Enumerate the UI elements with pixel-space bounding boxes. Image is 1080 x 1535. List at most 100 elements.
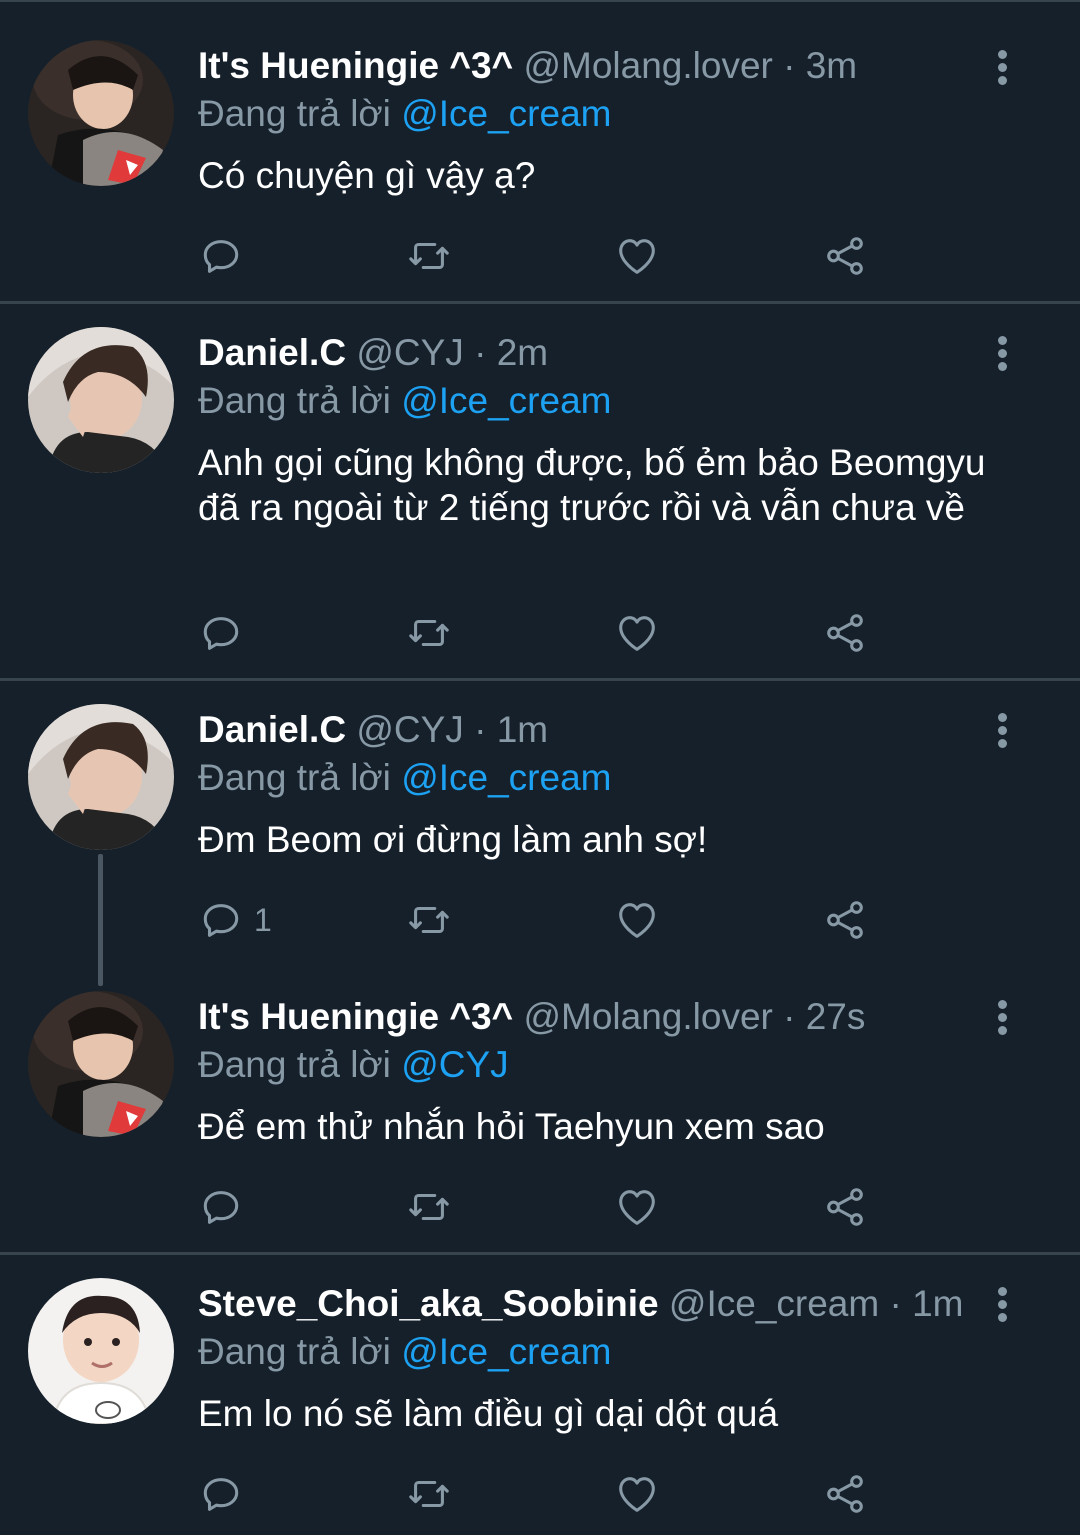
timestamp[interactable]: 27s (806, 996, 866, 1037)
reply-prefix: Đang trả lời (198, 1331, 391, 1372)
dot-separator: · (783, 45, 796, 86)
reply-icon (203, 1478, 239, 1511)
tweet-text: Có chuyện gì vậy ạ? (198, 155, 536, 196)
handle[interactable]: @Molang.lover (523, 45, 772, 86)
thread-line (98, 854, 103, 986)
handle[interactable]: @CYJ (356, 332, 463, 373)
tweet-header: Daniel.C @CYJ · 1m (198, 708, 548, 752)
timestamp[interactable]: 2m (497, 332, 548, 373)
heart-icon (619, 1190, 655, 1225)
tweet-actions (198, 1470, 898, 1518)
dot-separator: · (474, 709, 487, 750)
top-divider (0, 0, 1080, 2)
tweet-text: Em lo nó sẽ làm điều gì dại dột quá (198, 1393, 779, 1434)
tweet-actions: 1 (198, 896, 898, 944)
reply-prefix: Đang trả lời (198, 1044, 391, 1085)
replying-to: Đang trả lời @CYJ (198, 1043, 509, 1087)
mention-link[interactable]: @CYJ (401, 1044, 508, 1085)
share-button[interactable] (822, 896, 868, 944)
avatar[interactable] (28, 991, 174, 1137)
share-icon (827, 1188, 863, 1226)
share-icon (827, 614, 863, 652)
mention-link[interactable]: @Ice_cream (401, 93, 611, 134)
replying-to: Đang trả lời @Ice_cream (198, 1330, 611, 1374)
replying-to: Đang trả lời @Ice_cream (198, 379, 611, 423)
like-button[interactable] (614, 896, 660, 944)
heart-icon (619, 1477, 655, 1512)
mention-link[interactable]: @Ice_cream (401, 1331, 611, 1372)
more-vertical-icon[interactable] (988, 334, 1018, 374)
avatar[interactable] (28, 1278, 174, 1424)
retweet-button[interactable] (406, 896, 452, 944)
timestamp[interactable]: 3m (806, 45, 857, 86)
reply-button[interactable] (198, 609, 254, 657)
replying-to: Đang trả lời @Ice_cream (198, 92, 611, 136)
reply-icon (203, 617, 239, 650)
retweet-icon (409, 242, 449, 270)
share-button[interactable] (822, 1470, 868, 1518)
share-icon (827, 901, 863, 939)
reply-prefix: Đang trả lời (198, 757, 391, 798)
handle[interactable]: @Ice_cream (669, 1283, 879, 1324)
heart-icon (619, 903, 655, 938)
reply-icon (203, 1191, 239, 1224)
share-button[interactable] (822, 609, 868, 657)
reply-icon (203, 240, 239, 273)
handle[interactable]: @CYJ (356, 709, 463, 750)
tweet-divider (0, 301, 1080, 304)
tweet-text: Đm Beom ơi đừng làm anh sợ! (198, 819, 708, 860)
display-name[interactable]: It's Hueningie ^3^ (198, 45, 513, 86)
display-name[interactable]: Steve_Choi_aka_Soobinie (198, 1283, 659, 1324)
retweet-icon (409, 1193, 449, 1221)
dot-separator: · (889, 1283, 902, 1324)
share-icon (827, 237, 863, 275)
tweet-header: Steve_Choi_aka_Soobinie @Ice_cream · 1m (198, 1282, 964, 1326)
retweet-icon (409, 1480, 449, 1508)
replying-to: Đang trả lời @Ice_cream (198, 756, 611, 800)
reply-button[interactable] (198, 1470, 254, 1518)
reply-count: 1 (254, 901, 272, 938)
like-button[interactable] (614, 1183, 660, 1231)
like-button[interactable] (614, 232, 660, 280)
retweet-button[interactable] (406, 1470, 452, 1518)
share-icon (827, 1475, 863, 1513)
display-name[interactable]: Daniel.C (198, 332, 346, 373)
reply-prefix: Đang trả lời (198, 93, 391, 134)
handle[interactable]: @Molang.lover (523, 996, 772, 1037)
reply-button[interactable]: 1 (198, 896, 272, 944)
tweet-header: It's Hueningie ^3^ @Molang.lover · 27s (198, 995, 865, 1039)
reply-button[interactable] (198, 232, 254, 280)
more-vertical-icon[interactable] (988, 48, 1018, 88)
tweet-actions (198, 1183, 898, 1231)
retweet-button[interactable] (406, 609, 452, 657)
retweet-button[interactable] (406, 1183, 452, 1231)
mention-link[interactable]: @Ice_cream (401, 380, 611, 421)
avatar[interactable] (28, 327, 174, 473)
avatar[interactable] (28, 40, 174, 186)
heart-icon (619, 239, 655, 274)
reply-button[interactable] (198, 1183, 254, 1231)
dot-separator: · (474, 332, 487, 373)
tweet-divider (0, 678, 1080, 681)
more-vertical-icon[interactable] (988, 1285, 1018, 1325)
display-name[interactable]: It's Hueningie ^3^ (198, 996, 513, 1037)
timestamp[interactable]: 1m (912, 1283, 963, 1324)
retweet-icon (409, 619, 449, 647)
avatar[interactable] (28, 704, 174, 850)
more-vertical-icon[interactable] (988, 998, 1018, 1038)
more-vertical-icon[interactable] (988, 711, 1018, 751)
like-button[interactable] (614, 1470, 660, 1518)
share-button[interactable] (822, 232, 868, 280)
heart-icon (619, 616, 655, 651)
retweet-button[interactable] (406, 232, 452, 280)
tweet-divider (0, 1252, 1080, 1255)
dot-separator: · (783, 996, 796, 1037)
timestamp[interactable]: 1m (497, 709, 548, 750)
mention-link[interactable]: @Ice_cream (401, 757, 611, 798)
reply-icon (203, 904, 239, 937)
like-button[interactable] (614, 609, 660, 657)
display-name[interactable]: Daniel.C (198, 709, 346, 750)
tweet-header: Daniel.C @CYJ · 2m (198, 331, 548, 375)
share-button[interactable] (822, 1183, 868, 1231)
tweet-actions (198, 232, 898, 280)
